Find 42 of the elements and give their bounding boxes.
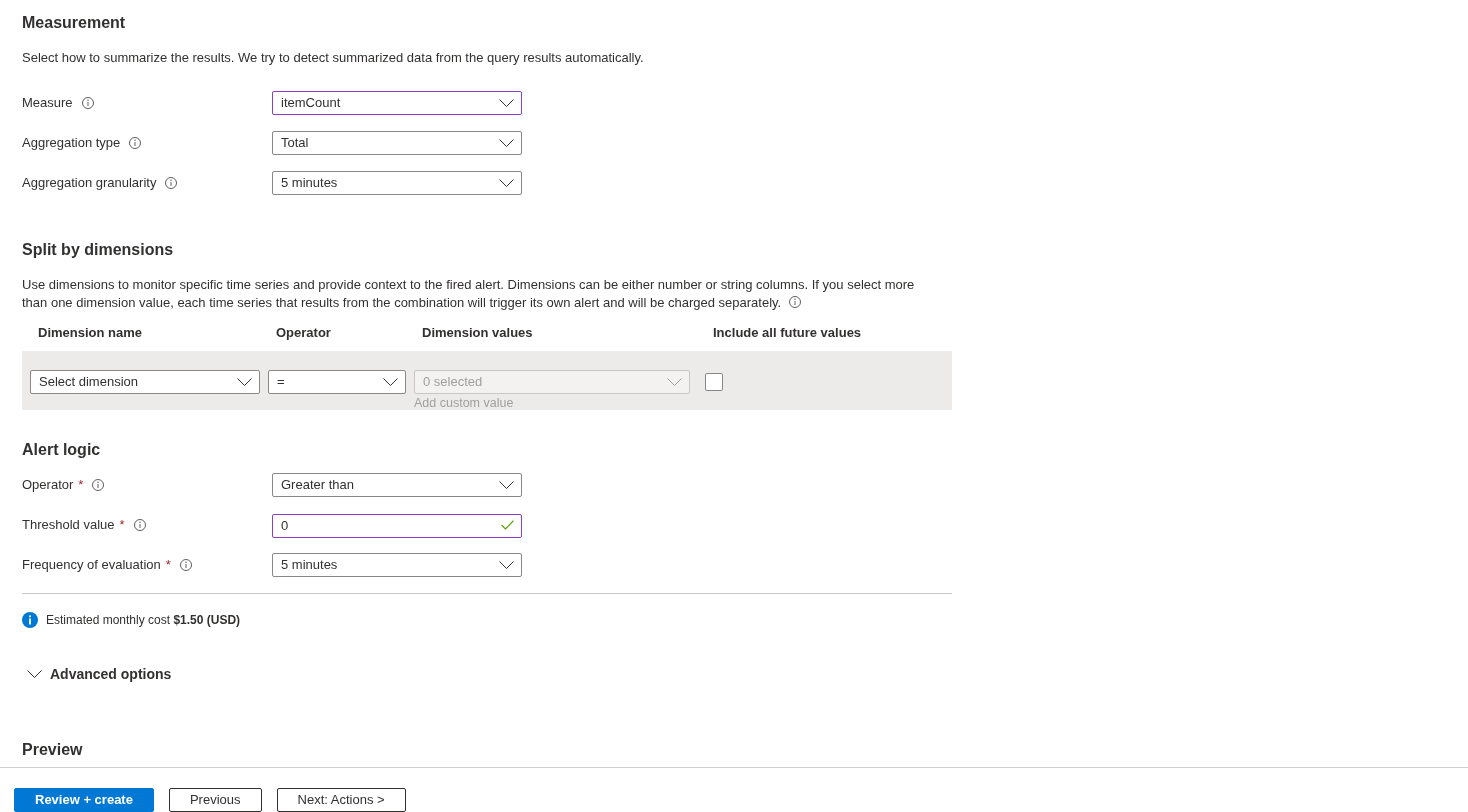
advanced-options-toggle[interactable]: Advanced options [27,664,172,684]
section-description: Select how to summarize the results. We try to detect summarized data from the query results automatically. [22,49,644,67]
chevron-down-icon [499,179,514,187]
chevron-down-icon [383,378,398,386]
column-header: Dimension values [422,324,533,342]
column-header: Include all future values [713,324,862,342]
section-heading: Split by dimensions [22,240,174,260]
dropdown[interactable]: 5 minutes [272,553,522,577]
field-label: Measure [22,94,73,113]
primary-button[interactable]: Review + create [14,788,154,812]
field-label: Aggregation granularity [22,174,157,193]
required-asterisk: * [78,476,84,495]
field-label: Threshold value [22,516,115,535]
checkbox[interactable] [705,373,723,391]
chevron-down-icon [499,481,514,489]
field-label: Frequency of evaluation [22,556,161,575]
section-heading: Alert logic [22,440,101,460]
dropdown[interactable]: = [268,370,406,394]
chevron-down-icon [499,99,514,107]
section-heading: Measurement [22,13,126,33]
required-asterisk: * [119,516,125,535]
column-header: Operator [276,324,331,342]
field-label: Aggregation type [22,134,121,153]
required-asterisk: * [165,556,171,575]
column-header: Dimension name [38,324,143,342]
field-label: Operator [22,476,74,495]
chevron-down-icon [237,378,252,386]
secondary-button[interactable]: Next: Actions > [276,788,406,812]
dropdown[interactable]: 5 minutes [272,171,522,195]
section-heading: Preview [22,740,83,760]
secondary-button[interactable]: Previous [168,788,262,812]
text-field[interactable]: 0 [272,513,522,538]
section-description: Use dimensions to monitor specific time series and provide context to the fired alert. Dimensions can be either number or string columns. If you select more than one dimension value, each time series that results from the combination will trigger its own alert and will be charged separately. [22,277,915,310]
chevron-down-icon [667,378,682,386]
chevron-down-icon [499,561,514,569]
dropdown[interactable]: Select dimension [30,370,260,394]
dropdown[interactable]: itemCount [272,91,522,115]
chevron-down-icon [499,139,514,147]
cost-notice-text: Estimated monthly cost $1.50 (USD) [46,612,241,628]
info-icon [22,612,38,628]
dropdown[interactable]: Greater than [272,473,522,497]
dropdown[interactable]: Total [272,131,522,155]
